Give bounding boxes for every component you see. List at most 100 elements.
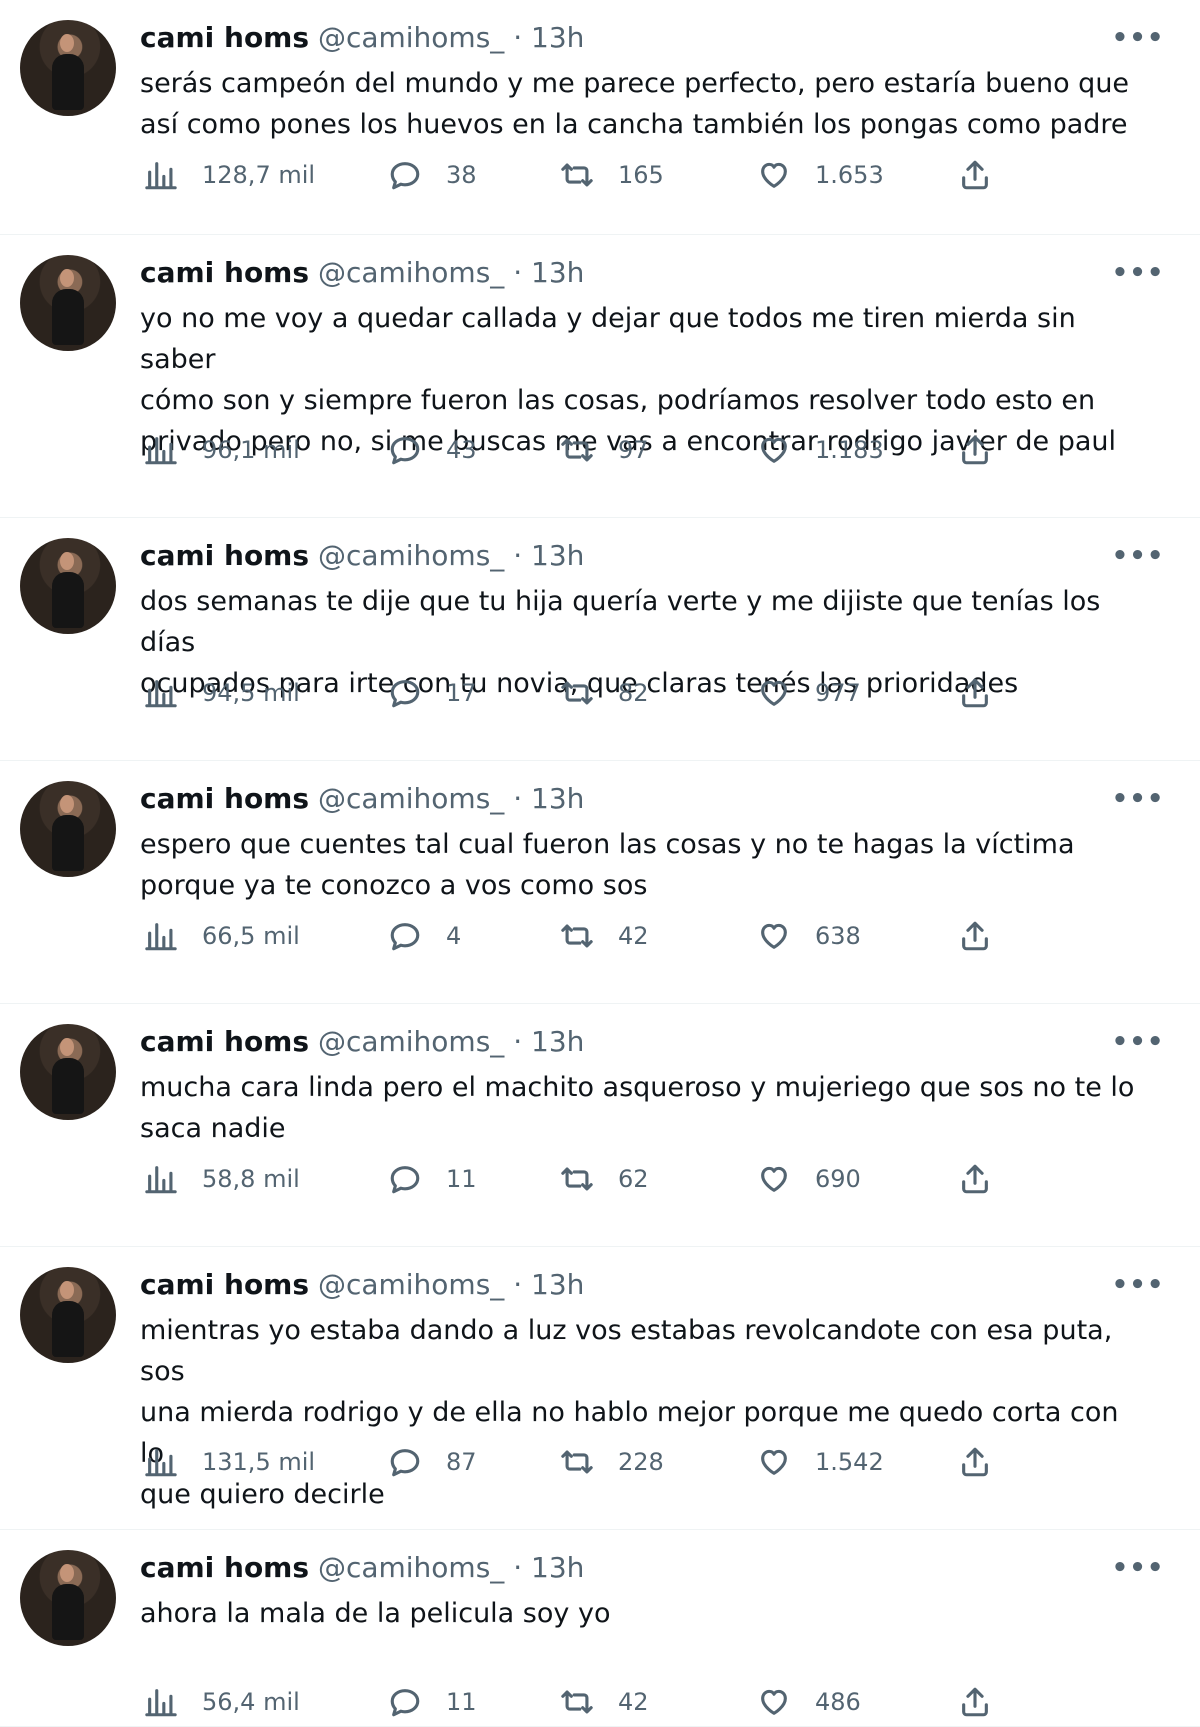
author-handle[interactable]: @camihoms_ <box>318 256 504 289</box>
views-bar-chart-icon <box>145 923 177 951</box>
reply-button[interactable]: 38 <box>388 153 477 197</box>
tweet[interactable]: cami homs @camihoms_ · 13h ••• mientras … <box>0 1247 1200 1530</box>
views-count: 66,5 mil <box>202 922 300 950</box>
author-handle[interactable]: @camihoms_ <box>318 539 504 572</box>
timestamp[interactable]: 13h <box>531 1268 584 1301</box>
views-button[interactable]: 128,7 mil <box>144 153 315 197</box>
share-button[interactable] <box>958 671 992 715</box>
retweet-count: 82 <box>618 679 649 707</box>
retweet-button[interactable]: 62 <box>560 1157 649 1201</box>
retweet-button[interactable]: 42 <box>560 914 649 958</box>
more-options-button[interactable]: ••• <box>1112 1270 1164 1300</box>
timestamp[interactable]: 13h <box>531 782 584 815</box>
author-name[interactable]: cami homs <box>140 782 309 815</box>
tweet-actions: 94,5 mil 17 82 977 <box>140 671 1200 715</box>
views-button[interactable]: 58,8 mil <box>144 1157 300 1201</box>
reply-button[interactable]: 43 <box>388 428 477 472</box>
retweet-arrows-icon <box>561 1450 593 1474</box>
separator: · <box>513 1268 523 1301</box>
tweet-text: espero que cuentes tal cual fueron las c… <box>140 829 1075 901</box>
avatar[interactable] <box>20 781 116 877</box>
retweet-button[interactable]: 82 <box>560 671 649 715</box>
reply-bubble-icon <box>390 923 420 951</box>
tweet-header: cami homs @camihoms_ · 13h <box>140 1024 1130 1060</box>
like-button[interactable]: 1.183 <box>757 428 884 472</box>
retweet-button[interactable]: 42 <box>560 1680 649 1724</box>
avatar[interactable] <box>20 255 116 351</box>
reply-count: 11 <box>446 1165 477 1193</box>
tweet[interactable]: cami homs @camihoms_ · 13h ••• yo no me … <box>0 235 1200 518</box>
reply-button[interactable]: 17 <box>388 671 477 715</box>
author-handle[interactable]: @camihoms_ <box>318 21 504 54</box>
share-button[interactable] <box>958 428 992 472</box>
share-button[interactable] <box>958 914 992 958</box>
like-button[interactable]: 638 <box>757 914 861 958</box>
author-name[interactable]: cami homs <box>140 256 309 289</box>
author-handle[interactable]: @camihoms_ <box>318 1551 504 1584</box>
reply-button[interactable]: 11 <box>388 1157 477 1201</box>
views-count: 94,5 mil <box>202 679 300 707</box>
more-dots-icon: ••• <box>1111 23 1165 53</box>
more-options-button[interactable]: ••• <box>1112 1027 1164 1057</box>
reply-bubble-icon <box>390 162 420 190</box>
reply-count: 43 <box>446 436 477 464</box>
tweet[interactable]: cami homs @camihoms_ · 13h ••• serás cam… <box>0 0 1200 235</box>
author-handle[interactable]: @camihoms_ <box>318 1025 504 1058</box>
more-options-button[interactable]: ••• <box>1112 1553 1164 1583</box>
views-button[interactable]: 66,5 mil <box>144 914 300 958</box>
share-button[interactable] <box>958 1440 992 1484</box>
tweet-text: serás campeón del mundo y me parece perf… <box>140 68 1130 140</box>
author-name[interactable]: cami homs <box>140 1551 309 1584</box>
tweet[interactable]: cami homs @camihoms_ · 13h ••• espero qu… <box>0 761 1200 1004</box>
avatar[interactable] <box>20 20 116 116</box>
avatar[interactable] <box>20 1267 116 1363</box>
avatar[interactable] <box>20 538 116 634</box>
like-button[interactable]: 1.542 <box>757 1440 884 1484</box>
share-button[interactable] <box>958 1680 992 1724</box>
avatar[interactable] <box>20 1024 116 1120</box>
tweet-actions: 58,8 mil 11 62 690 <box>140 1157 1200 1201</box>
reply-button[interactable]: 4 <box>388 914 461 958</box>
views-button[interactable]: 56,4 mil <box>144 1680 300 1724</box>
retweet-button[interactable]: 228 <box>560 1440 664 1484</box>
retweet-button[interactable]: 165 <box>560 153 664 197</box>
author-name[interactable]: cami homs <box>140 539 309 572</box>
retweet-arrows-icon <box>561 681 593 705</box>
share-button[interactable] <box>958 153 992 197</box>
views-button[interactable]: 94,5 mil <box>144 671 300 715</box>
tweet[interactable]: cami homs @camihoms_ · 13h ••• mucha car… <box>0 1004 1200 1247</box>
tweet-text: ahora la mala de la pelicula soy yo <box>140 1598 611 1629</box>
retweet-button[interactable]: 97 <box>560 428 649 472</box>
share-button[interactable] <box>958 1157 992 1201</box>
more-options-button[interactable]: ••• <box>1112 541 1164 571</box>
more-options-button[interactable]: ••• <box>1112 784 1164 814</box>
more-options-button[interactable]: ••• <box>1112 258 1164 288</box>
tweet[interactable]: cami homs @camihoms_ · 13h ••• dos seman… <box>0 518 1200 761</box>
author-handle[interactable]: @camihoms_ <box>318 782 504 815</box>
views-button[interactable]: 96,1 mil <box>144 428 300 472</box>
timestamp[interactable]: 13h <box>531 539 584 572</box>
like-button[interactable]: 486 <box>757 1680 861 1724</box>
views-count: 58,8 mil <box>202 1165 300 1193</box>
retweet-count: 42 <box>618 922 649 950</box>
views-button[interactable]: 131,5 mil <box>144 1440 315 1484</box>
like-button[interactable]: 1.653 <box>757 153 884 197</box>
author-name[interactable]: cami homs <box>140 21 309 54</box>
timestamp[interactable]: 13h <box>531 1551 584 1584</box>
more-options-button[interactable]: ••• <box>1112 23 1164 53</box>
timestamp[interactable]: 13h <box>531 1025 584 1058</box>
like-button[interactable]: 690 <box>757 1157 861 1201</box>
avatar[interactable] <box>20 1550 116 1646</box>
tweet-actions: 96,1 mil 43 97 1.183 <box>140 428 1200 472</box>
reply-button[interactable]: 87 <box>388 1440 477 1484</box>
reply-count: 11 <box>446 1688 477 1716</box>
author-name[interactable]: cami homs <box>140 1025 309 1058</box>
tweet-actions: 131,5 mil 87 228 1.542 <box>140 1440 1200 1484</box>
reply-button[interactable]: 11 <box>388 1680 477 1724</box>
like-button[interactable]: 977 <box>757 671 861 715</box>
tweet[interactable]: cami homs @camihoms_ · 13h ••• ahora la … <box>0 1530 1200 1727</box>
timestamp[interactable]: 13h <box>531 256 584 289</box>
author-name[interactable]: cami homs <box>140 1268 309 1301</box>
author-handle[interactable]: @camihoms_ <box>318 1268 504 1301</box>
timestamp[interactable]: 13h <box>531 21 584 54</box>
